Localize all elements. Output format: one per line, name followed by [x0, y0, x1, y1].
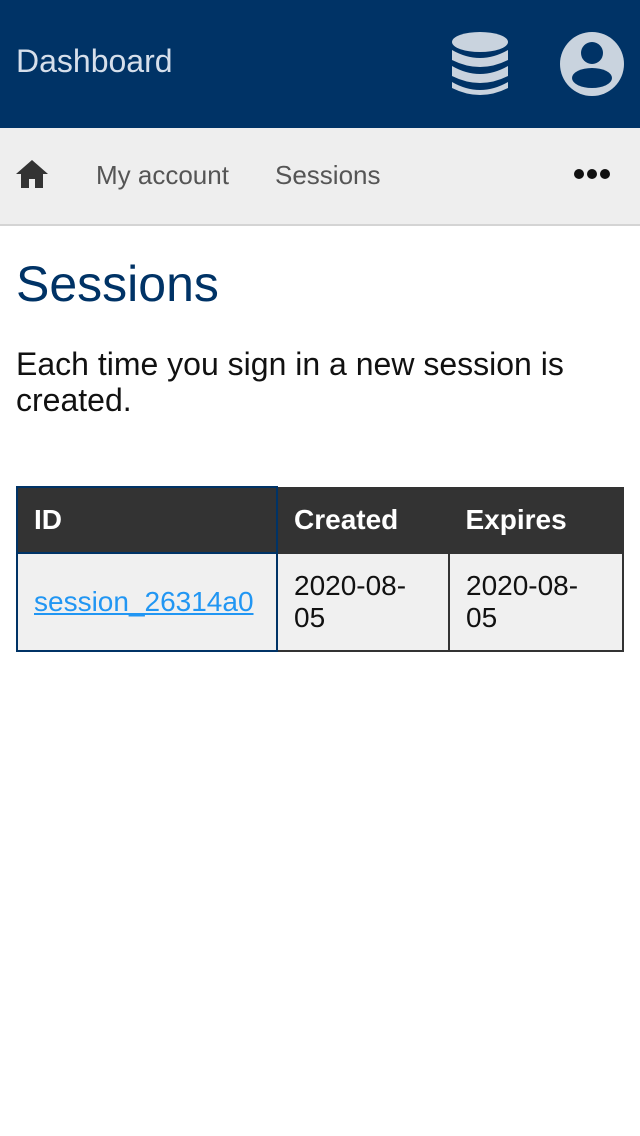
- more-horizontal-icon: [574, 169, 610, 179]
- table-header-row: ID Created Expires: [16, 486, 624, 554]
- top-app-bar: Dashboard: [0, 0, 640, 128]
- nav-link-my-account[interactable]: My account: [96, 158, 229, 192]
- user-account-button[interactable]: [558, 30, 626, 98]
- cell-session-id: session_26314a0: [16, 552, 278, 652]
- page-description: Each time you sign in a new session is c…: [16, 346, 564, 418]
- column-header-id[interactable]: ID: [16, 486, 278, 554]
- home-button[interactable]: [14, 156, 50, 192]
- cell-created: 2020-08-05: [276, 552, 450, 652]
- navigation-bar: My account Sessions: [0, 128, 640, 226]
- nav-link-sessions[interactable]: Sessions: [275, 158, 381, 192]
- sessions-table: ID Created Expires session_26314a0 2020-…: [16, 486, 624, 652]
- session-id-link[interactable]: session_26314a0: [34, 586, 254, 617]
- home-icon: [16, 160, 48, 188]
- column-header-created: Created: [276, 486, 450, 554]
- app-title[interactable]: Dashboard: [16, 40, 173, 82]
- user-circle-icon: [560, 32, 624, 96]
- page-title: Sessions: [16, 256, 219, 312]
- cell-expires: 2020-08-05: [448, 552, 624, 652]
- column-header-expires: Expires: [448, 486, 624, 554]
- table-row: session_26314a0 2020-08-05 2020-08-05: [16, 552, 624, 652]
- more-menu-button[interactable]: [572, 164, 612, 184]
- database-icon: [452, 32, 508, 95]
- database-button[interactable]: [448, 28, 512, 100]
